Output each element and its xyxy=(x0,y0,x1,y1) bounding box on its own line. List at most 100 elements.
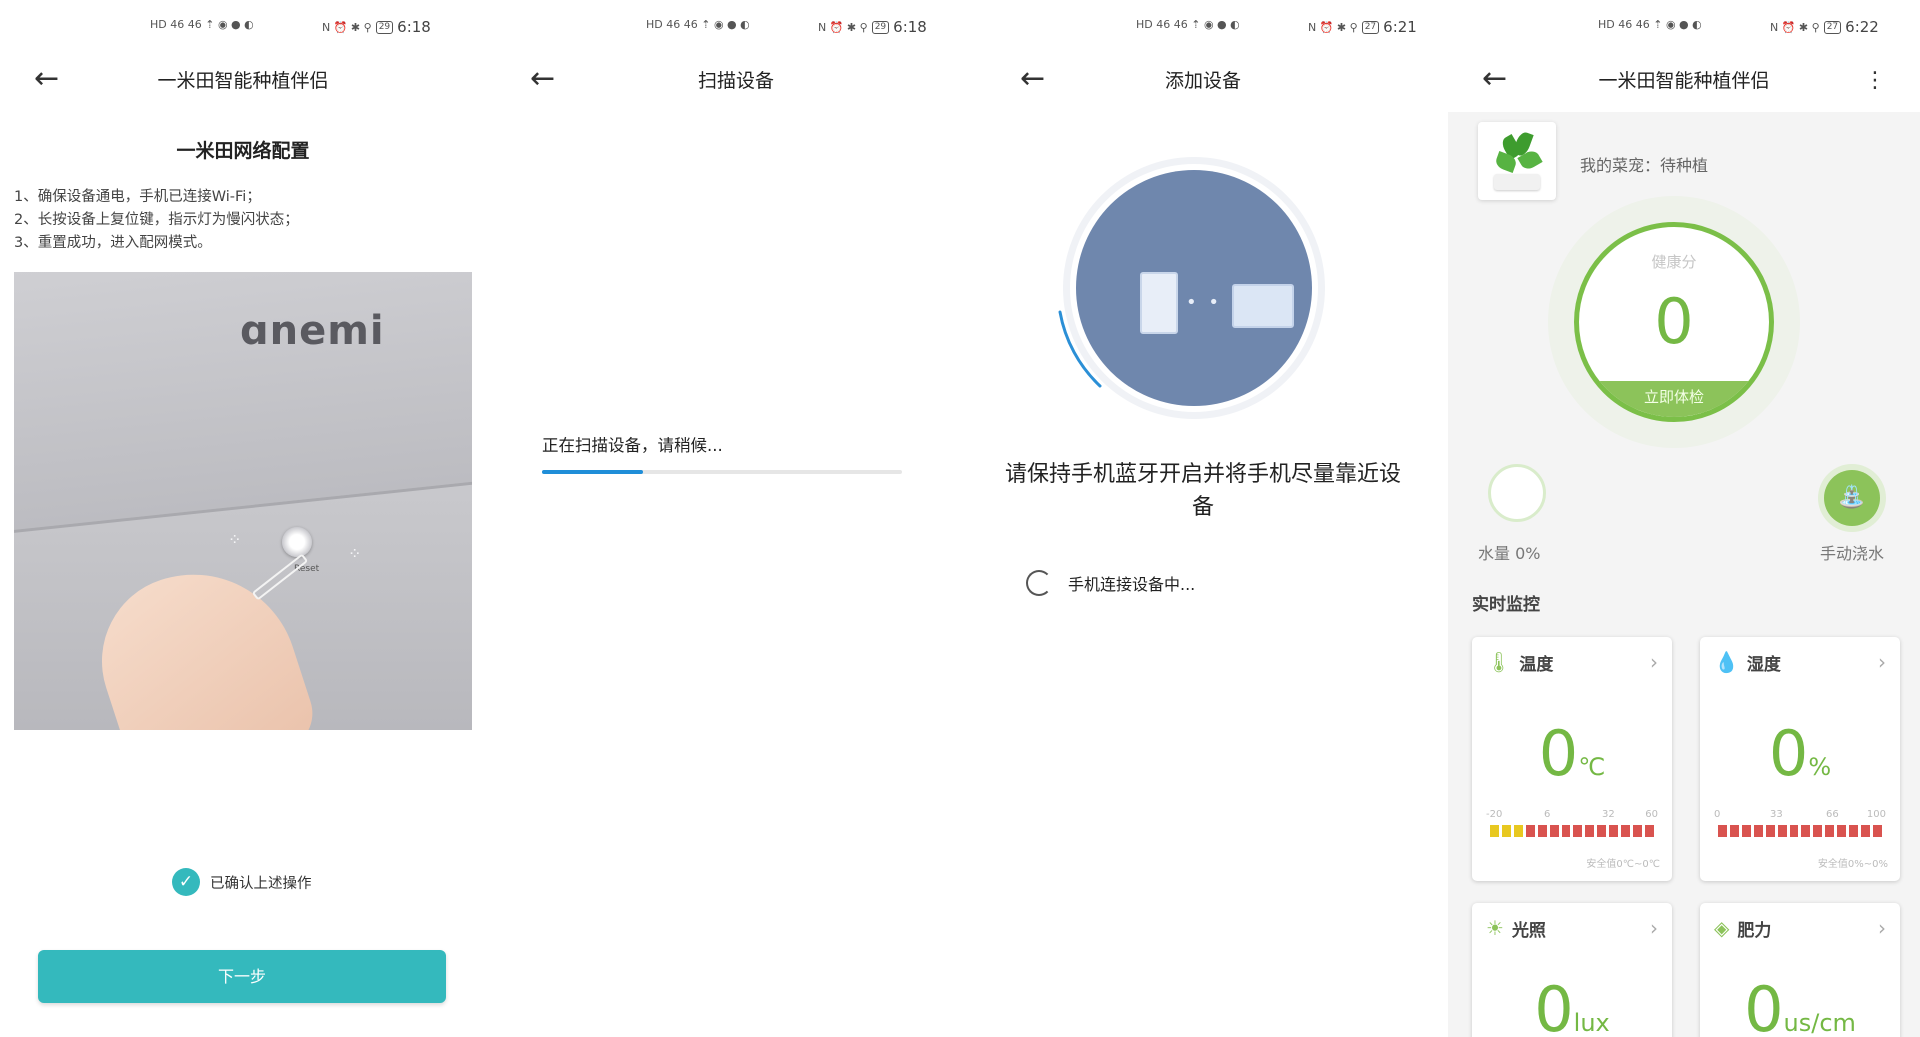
instruction-step: 2、长按设备上复位键，指示灯为慢闪状态； xyxy=(14,212,299,228)
status-right: N ⏰ ✱ ⚲ 27 6:21 xyxy=(1308,18,1417,36)
status-bar: HD 46 46 ⇡ ◉ ● ◐ N ⏰ ✱ ⚲ 29 6:18 xyxy=(0,18,486,42)
scan-progress-fill xyxy=(542,470,643,474)
nav-bar: ← 扫描设备 xyxy=(496,62,976,100)
scan-status-text: 正在扫描设备，请稍候... xyxy=(542,436,723,455)
page-title: 一米田智能种植伴侣 xyxy=(157,70,329,92)
nav-bar: ← 一米田智能种植伴侣 xyxy=(0,62,486,100)
checkmark-icon[interactable]: ✓ xyxy=(172,868,200,896)
scale-segment xyxy=(1718,825,1727,837)
next-button[interactable]: 下一步 xyxy=(38,950,446,1003)
device-reset-photo: ɑnemi ⁘ ⁘ Reset xyxy=(14,272,472,730)
pairing-spinner-arc xyxy=(1058,310,1102,388)
scale-ticks: -20 6 32 60 xyxy=(1486,809,1658,821)
card-label: 肥力 xyxy=(1737,920,1772,941)
scale-segment xyxy=(1753,825,1763,837)
card-header: ◈ 肥力 › xyxy=(1714,915,1886,941)
watering-can-icon: ⛲ xyxy=(1824,470,1880,526)
battery-icon: 29 xyxy=(375,20,394,34)
instruction-list: 1、确保设备通电，手机已连接Wi-Fi； 2、长按设备上复位键，指示灯为慢闪状态… xyxy=(14,186,299,255)
status-right: N ⏰ ✱ ⚲ 29 6:18 xyxy=(322,18,431,36)
humidity-unit: % xyxy=(1808,753,1832,781)
page-title: 添加设备 xyxy=(1164,70,1241,92)
device-brand-logo: ɑnemi xyxy=(240,308,385,354)
confirm-checkbox[interactable]: ✓ 已确认上述操作 xyxy=(172,868,312,896)
status-right: N ⏰ ✱ ⚲ 27 6:22 xyxy=(1770,18,1879,36)
manual-water-button[interactable]: ⛲ xyxy=(1818,464,1886,532)
bluetooth-instruction: 请保持手机蓝牙开启并将手机尽量靠近设备 xyxy=(1004,462,1401,520)
light-value: 0 xyxy=(1534,973,1574,1037)
scale-segment xyxy=(1501,825,1511,837)
status-left: HD 46 46 ⇡ ◉ ● ◐ xyxy=(1598,18,1702,31)
card-value: 0us/cm xyxy=(1700,973,1900,1037)
clock: 6:18 xyxy=(893,18,927,36)
more-vert-icon[interactable]: ⋮ xyxy=(1864,68,1886,93)
status-right: N ⏰ ✱ ⚲ 29 6:18 xyxy=(818,18,927,36)
scan-progress-bar xyxy=(542,470,902,474)
confirm-label: 已确认上述操作 xyxy=(210,875,312,892)
tick-label: 0 xyxy=(1714,809,1721,820)
scale-segment xyxy=(1837,825,1847,837)
humidity-value: 0 xyxy=(1768,717,1809,790)
system-icons: N ⏰ ✱ ⚲ xyxy=(818,20,868,34)
reset-pin xyxy=(251,553,309,601)
reset-button-photo xyxy=(282,527,312,557)
battery-icon: 27 xyxy=(1823,20,1842,34)
thermometer-icon: 🌡 xyxy=(1486,650,1512,674)
temperature-card[interactable]: 🌡 温度 › 0℃ -20 6 32 60 安全值0℃~0℃ xyxy=(1472,637,1672,881)
status-bar: HD 46 46 ⇡ ◉ ● ◐ N ⏰ ✱ ⚲ 27 6:22 xyxy=(1448,18,1920,42)
card-value: 0% xyxy=(1700,717,1900,790)
connecting-status: 手机连接设备中... xyxy=(1026,570,1195,596)
temperature-unit: ℃ xyxy=(1578,753,1606,781)
page-title: 扫描设备 xyxy=(697,70,774,92)
card-value: 0℃ xyxy=(1472,717,1672,790)
fertilizer-icon: ◈ xyxy=(1714,916,1730,940)
scale-segment xyxy=(1573,825,1583,837)
card-header: 💧 湿度 › xyxy=(1714,649,1886,675)
status-bar: HD 46 46 ⇡ ◉ ● ◐ N ⏰ ✱ ⚲ 29 6:18 xyxy=(496,18,976,42)
screen-scan-device: HD 46 46 ⇡ ◉ ● ◐ N ⏰ ✱ ⚲ 29 6:18 ← 扫描设备 … xyxy=(496,0,976,1037)
safe-range: 安全值0℃~0℃ xyxy=(1586,859,1660,870)
scale-segment xyxy=(1644,825,1654,837)
droplet-icon: 💧 xyxy=(1714,650,1739,674)
light-card[interactable]: ☀ 光照 › 0lux xyxy=(1472,903,1672,1037)
fertility-card[interactable]: ◈ 肥力 › 0us/cm xyxy=(1700,903,1900,1037)
scale-segment xyxy=(1549,825,1559,837)
scale-segment xyxy=(1633,825,1642,837)
realtime-monitor-title: 实时监控 xyxy=(1472,595,1540,615)
temperature-scale-bars xyxy=(1490,825,1654,837)
clock: 6:18 xyxy=(397,18,431,36)
temperature-value: 0 xyxy=(1538,717,1579,790)
battery-icon: 29 xyxy=(871,20,890,34)
scale-segment xyxy=(1801,825,1811,837)
water-level-label: 水量 0% xyxy=(1478,544,1541,563)
plant-pet-label: 我的菜宠：待种植 xyxy=(1580,156,1709,175)
scale-segment xyxy=(1537,825,1547,837)
bluetooth-pairing-graphic: • • • xyxy=(1056,150,1332,426)
fertility-unit: us/cm xyxy=(1783,1009,1856,1037)
health-label: 健康分 xyxy=(1651,253,1697,271)
scale-segment xyxy=(1729,825,1739,837)
scale-segment xyxy=(1561,825,1571,837)
tick-label: 66 xyxy=(1826,809,1839,820)
tick-label: -20 xyxy=(1486,809,1503,820)
status-left: HD 46 46 ⇡ ◉ ● ◐ xyxy=(646,18,750,31)
scale-segment xyxy=(1585,825,1595,837)
check-now-button[interactable]: 立即体检 xyxy=(1579,381,1769,417)
water-level-gauge xyxy=(1488,464,1546,522)
scale-segment xyxy=(1872,825,1882,837)
plant-thumbnail[interactable] xyxy=(1478,122,1556,200)
connecting-text: 手机连接设备中... xyxy=(1068,575,1196,594)
system-icons: N ⏰ ✱ ⚲ xyxy=(1770,20,1820,34)
screen-network-config: HD 46 46 ⇡ ◉ ● ◐ N ⏰ ✱ ⚲ 29 6:18 ← 一米田智能… xyxy=(0,0,486,1037)
safe-range: 安全值0%~0% xyxy=(1817,859,1888,870)
page-title: 一米田智能种植伴侣 xyxy=(1598,70,1770,92)
humidity-card[interactable]: 💧 湿度 › 0% 0 33 66 100 安全值0%~0% xyxy=(1700,637,1900,881)
scale-segment xyxy=(1490,825,1499,837)
scale-segment xyxy=(1789,825,1799,837)
scale-segment xyxy=(1525,825,1535,837)
chevron-right-icon: › xyxy=(1878,916,1886,940)
nav-bar: ← 添加设备 xyxy=(986,62,1420,100)
screen-add-device: HD 46 46 ⇡ ◉ ● ◐ N ⏰ ✱ ⚲ 27 6:21 ← 添加设备 … xyxy=(986,0,1420,1037)
system-icons: N ⏰ ✱ ⚲ xyxy=(322,20,372,34)
tick-label: 100 xyxy=(1866,809,1886,820)
